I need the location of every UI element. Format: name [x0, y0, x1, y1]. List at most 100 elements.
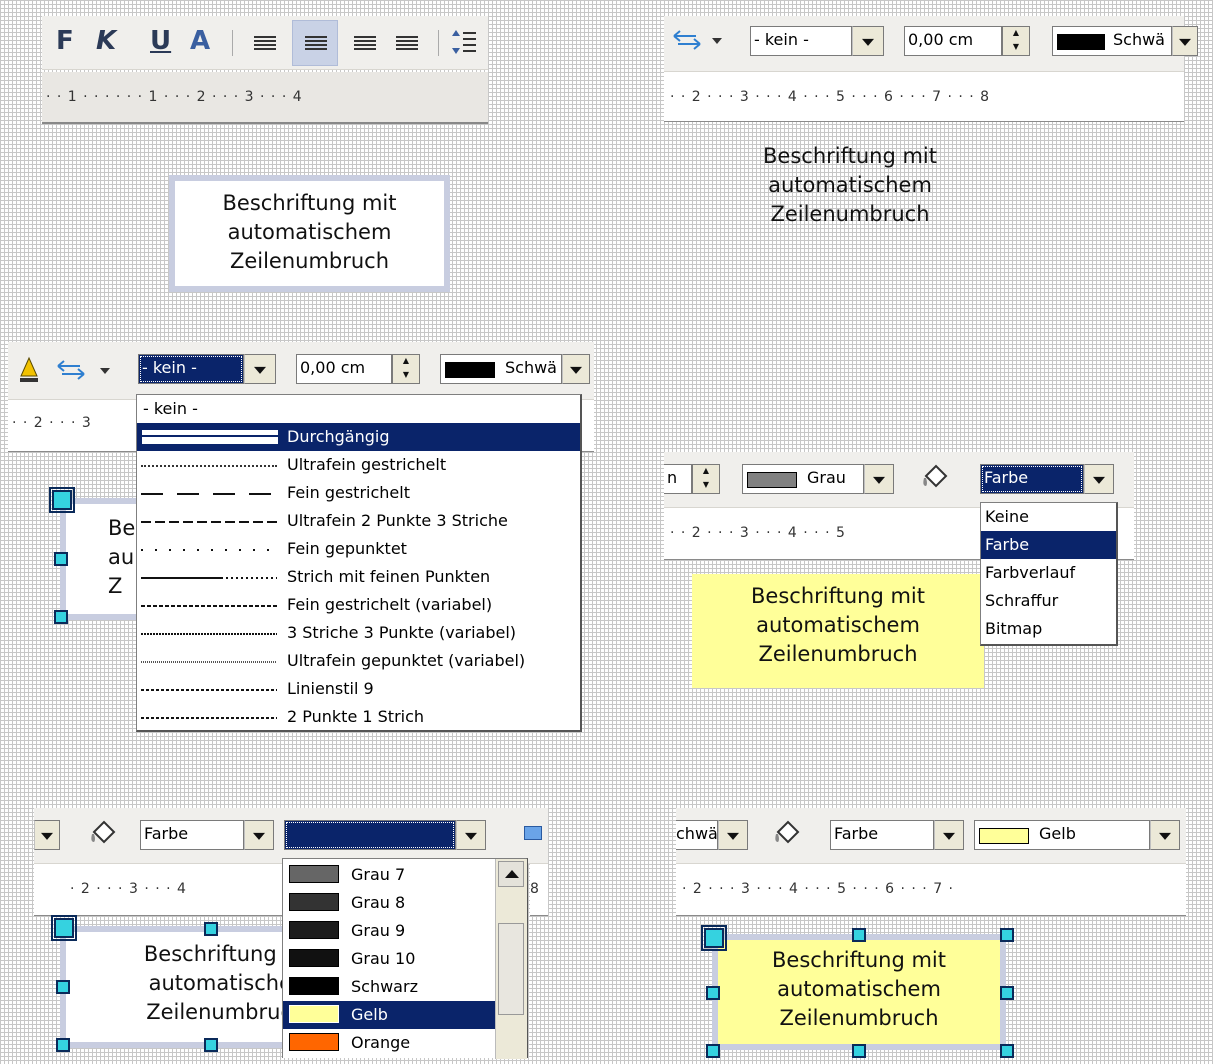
selection-handle[interactable] — [56, 980, 70, 994]
line-color-dropdown-button[interactable] — [34, 820, 60, 850]
line-icon[interactable] — [16, 356, 42, 384]
selection-handle[interactable] — [706, 986, 720, 1000]
selection-handle[interactable] — [49, 487, 75, 513]
caption-frame-filled-selected[interactable]: Beschriftung mit automatischem Zeilenumb… — [712, 934, 1006, 1050]
line-style-option[interactable]: Fein gestrichelt (variabel) — [137, 591, 580, 619]
shadow-icon[interactable] — [524, 826, 542, 840]
area-style-option-selected[interactable]: Farbe — [981, 531, 1116, 559]
line-style-option[interactable]: Fein gestrichelt — [137, 479, 580, 507]
color-option[interactable]: Grau 7 — [283, 861, 495, 889]
line-style-option[interactable]: Ultrafein gestrichelt — [137, 451, 580, 479]
color-option[interactable]: Grau 10 — [283, 945, 495, 973]
selection-handle[interactable] — [852, 928, 866, 942]
line-width-spinner[interactable]: ▲ ▼ — [1002, 26, 1030, 56]
selection-handle[interactable] — [1000, 1044, 1014, 1058]
area-style-dropdown-button[interactable] — [1084, 464, 1114, 494]
scroll-thumb[interactable] — [498, 923, 524, 1015]
caption-line: Zeilenumbruch — [229, 249, 390, 273]
color-option[interactable]: Orange — [283, 1029, 495, 1057]
justify-icon[interactable] — [396, 36, 418, 50]
fill-color-select[interactable] — [284, 820, 456, 850]
line-width-spinner[interactable]: ▲ ▼ — [392, 354, 420, 384]
color-option-selected[interactable]: Gelb — [283, 1001, 495, 1029]
line-style-select[interactable]: - kein - — [750, 26, 852, 56]
line-color-select[interactable]: Schwä — [1052, 26, 1172, 56]
line-width-spinner[interactable]: ▲ ▼ — [692, 464, 720, 494]
selection-handle[interactable] — [54, 610, 68, 624]
fill-color-dropdown-button[interactable] — [1150, 820, 1180, 850]
line-style-option[interactable]: Strich mit feinen Punkten — [137, 563, 580, 591]
line-color-dropdown-button[interactable] — [864, 464, 894, 494]
selection-handle[interactable] — [56, 1038, 70, 1052]
area-style-select[interactable]: Farbe — [980, 464, 1084, 494]
line-width-input[interactable]: 0,00 cm — [904, 26, 1002, 56]
area-style-option[interactable]: Keine — [981, 503, 1116, 531]
color-option[interactable]: Grau 9 — [283, 917, 495, 945]
selection-handle[interactable] — [1000, 986, 1014, 1000]
selection-handle[interactable] — [706, 1044, 720, 1058]
font-color-button[interactable]: A — [190, 26, 210, 56]
paint-bucket-icon[interactable] — [88, 820, 118, 848]
line-style-option[interactable]: 3 Striche 3 Punkte (variabel) — [137, 619, 580, 647]
line-color-select[interactable]: chwä — [676, 820, 718, 850]
selection-handle[interactable] — [852, 1044, 866, 1058]
line-width-input[interactable]: 0,00 cm — [296, 354, 392, 384]
area-style-select[interactable]: Farbe — [830, 820, 934, 850]
caption-frame-selected[interactable]: Beschriftung r automatische Zeilenumbruc — [60, 926, 300, 1048]
line-style-dropdown-button[interactable] — [244, 354, 276, 384]
arrow-style-icon[interactable] — [56, 358, 86, 382]
line-color-label: Schwä — [505, 358, 557, 377]
selection-handle[interactable] — [204, 922, 218, 936]
paint-bucket-icon[interactable] — [920, 464, 950, 492]
fill-color-dropdown-button[interactable] — [456, 820, 486, 850]
area-style-option[interactable]: Schraffur — [981, 587, 1116, 615]
ruler-end: 8 — [530, 864, 548, 916]
scroll-up-button[interactable] — [498, 861, 524, 887]
selection-handle[interactable] — [701, 925, 727, 951]
line-color-select[interactable]: Grau — [742, 464, 864, 494]
line-spacing-icon[interactable] — [452, 28, 476, 56]
fill-color-select[interactable]: Gelb — [974, 820, 1150, 850]
caption-frame[interactable]: Beschriftung mit automatischem Zeilenumb… — [169, 175, 450, 292]
line-color-select[interactable]: Schwä — [440, 354, 562, 384]
area-style-select[interactable]: Farbe — [140, 820, 244, 850]
underline-button[interactable]: U — [150, 26, 171, 56]
color-option[interactable]: Schwarz — [283, 973, 495, 1001]
selection-handle[interactable] — [204, 1038, 218, 1052]
line-style-option[interactable]: - kein - — [137, 395, 580, 423]
color-swatch — [289, 977, 339, 995]
caption-frame-filled[interactable]: Beschriftung mit automatischem Zeilenumb… — [692, 574, 984, 688]
line-style-option[interactable]: 2 Punkte 1 Strich — [137, 703, 580, 731]
line-style-option-selected[interactable]: Durchgängig — [137, 423, 580, 451]
line-color-dropdown-button[interactable] — [1172, 26, 1198, 56]
align-right-icon[interactable] — [354, 36, 376, 50]
area-style-dropdown-button[interactable] — [934, 820, 964, 850]
chevron-down-icon[interactable] — [712, 38, 722, 44]
selection-handle[interactable] — [51, 915, 77, 941]
align-left-icon[interactable] — [254, 36, 276, 50]
italic-button[interactable]: K — [96, 26, 116, 56]
area-style-option[interactable]: Farbverlauf — [981, 559, 1116, 587]
arrow-style-icon[interactable] — [672, 28, 702, 52]
line-style-option[interactable]: Linienstil 9 — [137, 675, 580, 703]
area-style-dropdown-button[interactable] — [244, 820, 274, 850]
selection-handle[interactable] — [54, 552, 68, 566]
line-color-dropdown-button[interactable] — [718, 820, 748, 850]
line-style-option[interactable]: Ultrafein 2 Punkte 3 Striche — [137, 507, 580, 535]
scrollbar[interactable] — [495, 859, 527, 1059]
caption-text[interactable]: Beschriftung mit automatischem Zeilenumb… — [720, 142, 980, 238]
area-style-option[interactable]: Bitmap — [981, 615, 1116, 643]
line-style-select[interactable]: - kein - — [138, 354, 244, 384]
line-style-option[interactable]: Ultrafein gepunktet (variabel) — [137, 647, 580, 675]
line-color-dropdown-button[interactable] — [562, 354, 590, 384]
align-center-button[interactable] — [292, 20, 338, 66]
bold-button[interactable]: F — [56, 26, 74, 56]
paint-bucket-icon[interactable] — [772, 820, 802, 848]
color-option[interactable]: Grau 8 — [283, 889, 495, 917]
line-style-option[interactable]: Fein gepunktet — [137, 535, 580, 563]
line-width-input[interactable]: n — [664, 464, 692, 494]
chevron-down-icon[interactable] — [100, 368, 110, 374]
line-color-label: Schwä — [1113, 30, 1165, 49]
selection-handle[interactable] — [1000, 928, 1014, 942]
line-style-dropdown-button[interactable] — [852, 26, 884, 56]
